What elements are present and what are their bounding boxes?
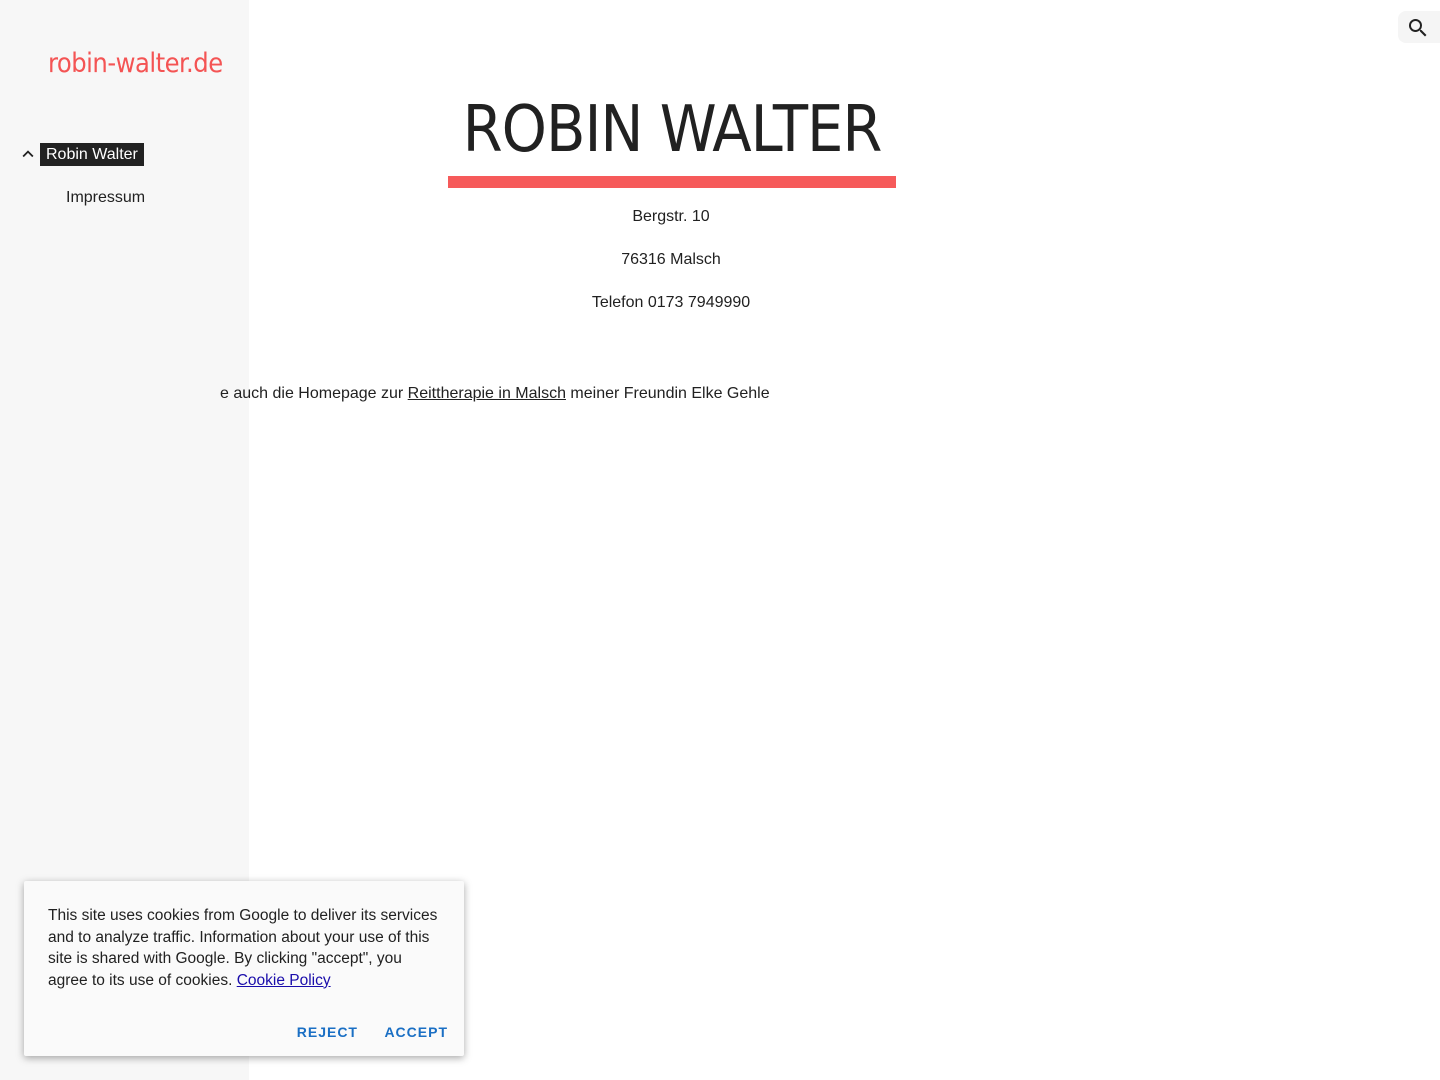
friend-link-paragraph: e auch die Homepage zur Reittherapie in … <box>220 382 880 406</box>
address-street: Bergstr. 10 <box>632 208 710 225</box>
address-block: Bergstr. 10 76316 Malsch Telefon 0173 79… <box>449 205 893 334</box>
sidebar-item-label[interactable]: Robin Walter <box>40 143 144 166</box>
search-icon <box>1409 19 1427 37</box>
cookie-text-block: This site uses cookies from Google to de… <box>48 905 443 991</box>
address-city: 76316 Malsch <box>621 251 721 268</box>
cookie-actions: REJECT ACCEPT <box>275 1022 448 1042</box>
chevron-up-icon[interactable] <box>17 143 39 165</box>
note-suffix: meiner Freundin Elke Gehle <box>565 385 770 402</box>
title-underline-bar <box>448 176 896 188</box>
reject-button[interactable]: REJECT <box>297 1022 358 1042</box>
cookie-banner: This site uses cookies from Google to de… <box>24 881 464 1056</box>
sidebar-item-impressum[interactable]: Impressum <box>66 186 145 209</box>
sidebar-item-robin-walter[interactable]: Robin Walter <box>0 140 249 170</box>
page-title: ROBIN WALTER <box>462 93 883 167</box>
accept-button[interactable]: ACCEPT <box>384 1022 448 1042</box>
note-prefix: e auch die Homepage zur <box>220 385 408 402</box>
address-phone: Telefon 0173 7949990 <box>591 294 751 311</box>
site-title[interactable]: robin-walter.de <box>48 44 238 84</box>
cookie-policy-link[interactable]: Cookie Policy <box>237 972 331 989</box>
hero: ROBIN WALTER <box>448 85 896 188</box>
search-button[interactable] <box>1398 11 1440 43</box>
reittherapie-link[interactable]: Reittherapie in Malsch <box>408 385 566 402</box>
